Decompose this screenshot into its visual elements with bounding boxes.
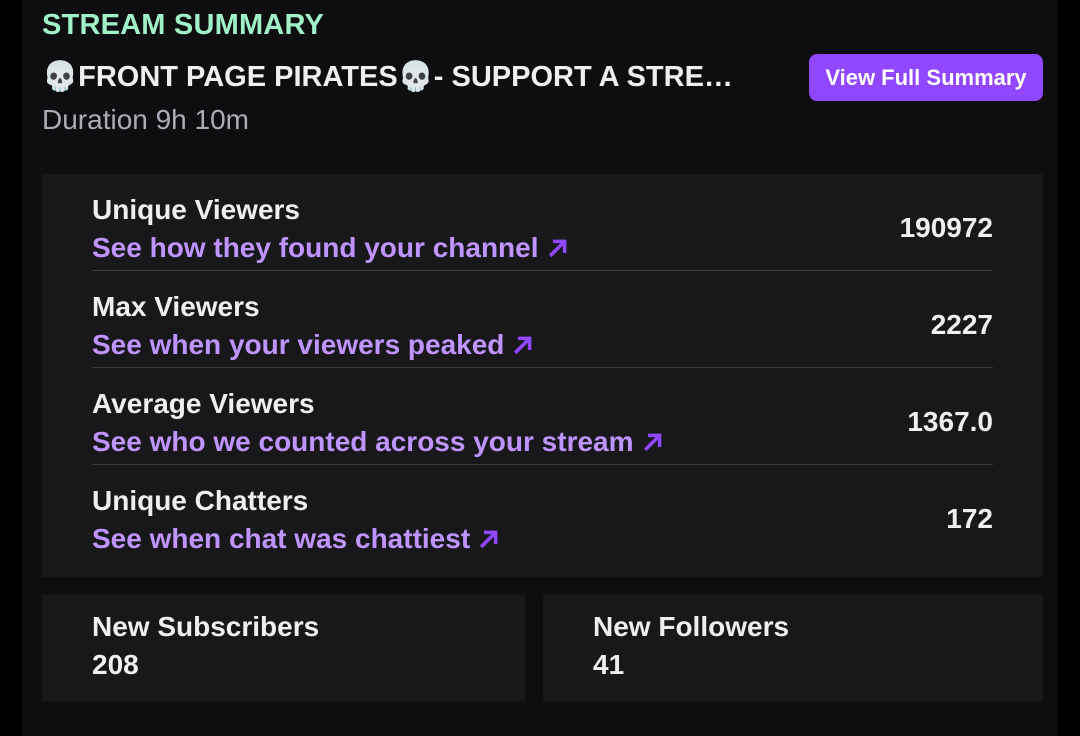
stat-link-viewers-peaked[interactable]: See when your viewers peaked: [92, 329, 534, 361]
new-subscribers-value: 208: [92, 649, 139, 680]
new-followers-label: New Followers: [593, 611, 790, 642]
stat-link-counted-viewers[interactable]: See who we counted across your stream: [92, 426, 664, 458]
stat-label: Unique Viewers: [92, 194, 301, 225]
stat-link-chattiest[interactable]: See when chat was chattiest: [92, 523, 500, 555]
arrow-up-right-icon: [514, 336, 532, 355]
stream-duration: Duration 9h 10m: [42, 104, 250, 135]
stat-row-max-viewers: Max Viewers See when your viewers peaked…: [92, 271, 993, 368]
stat-label: Average Viewers: [92, 388, 315, 419]
new-subscribers-label: New Subscribers: [92, 611, 320, 642]
arrow-up-right-icon: [480, 530, 498, 549]
stat-link-text: See when your viewers peaked: [92, 329, 505, 360]
stat-link-found-channel[interactable]: See how they found your channel: [92, 232, 569, 264]
stat-row-average-viewers: Average Viewers See who we counted acros…: [92, 368, 993, 465]
new-followers-card: New Followers 41: [543, 595, 1043, 701]
stream-title: 💀FRONT PAGE PIRATES💀- SUPPORT A STRE…: [42, 61, 733, 93]
view-full-summary-button[interactable]: View Full Summary: [809, 54, 1043, 101]
stat-label: Unique Chatters: [92, 485, 309, 516]
stat-row-unique-viewers: Unique Viewers See how they found your c…: [92, 174, 993, 271]
new-followers-value: 41: [593, 649, 625, 680]
stat-link-text: See when chat was chattiest: [92, 523, 471, 554]
stat-value: 2227: [930, 309, 993, 340]
stat-link-text: See how they found your channel: [92, 232, 539, 263]
section-title: STREAM SUMMARY: [42, 9, 325, 41]
arrow-up-right-icon: [643, 433, 661, 452]
stats-panel: Unique Viewers See how they found your c…: [42, 174, 1043, 577]
arrow-up-right-icon: [548, 239, 566, 258]
stat-link-text: See who we counted across your stream: [92, 426, 634, 457]
stat-value: 172: [946, 503, 993, 534]
stat-value: 190972: [899, 212, 993, 243]
stat-value: 1367.0: [907, 406, 993, 437]
stream-summary-card: STREAM SUMMARY 💀FRONT PAGE PIRATES💀- SUP…: [22, 0, 1057, 736]
stat-label: Max Viewers: [92, 291, 260, 322]
stat-row-unique-chatters: Unique Chatters See when chat was chatti…: [92, 465, 993, 562]
new-subscribers-card: New Subscribers 208: [42, 595, 525, 701]
